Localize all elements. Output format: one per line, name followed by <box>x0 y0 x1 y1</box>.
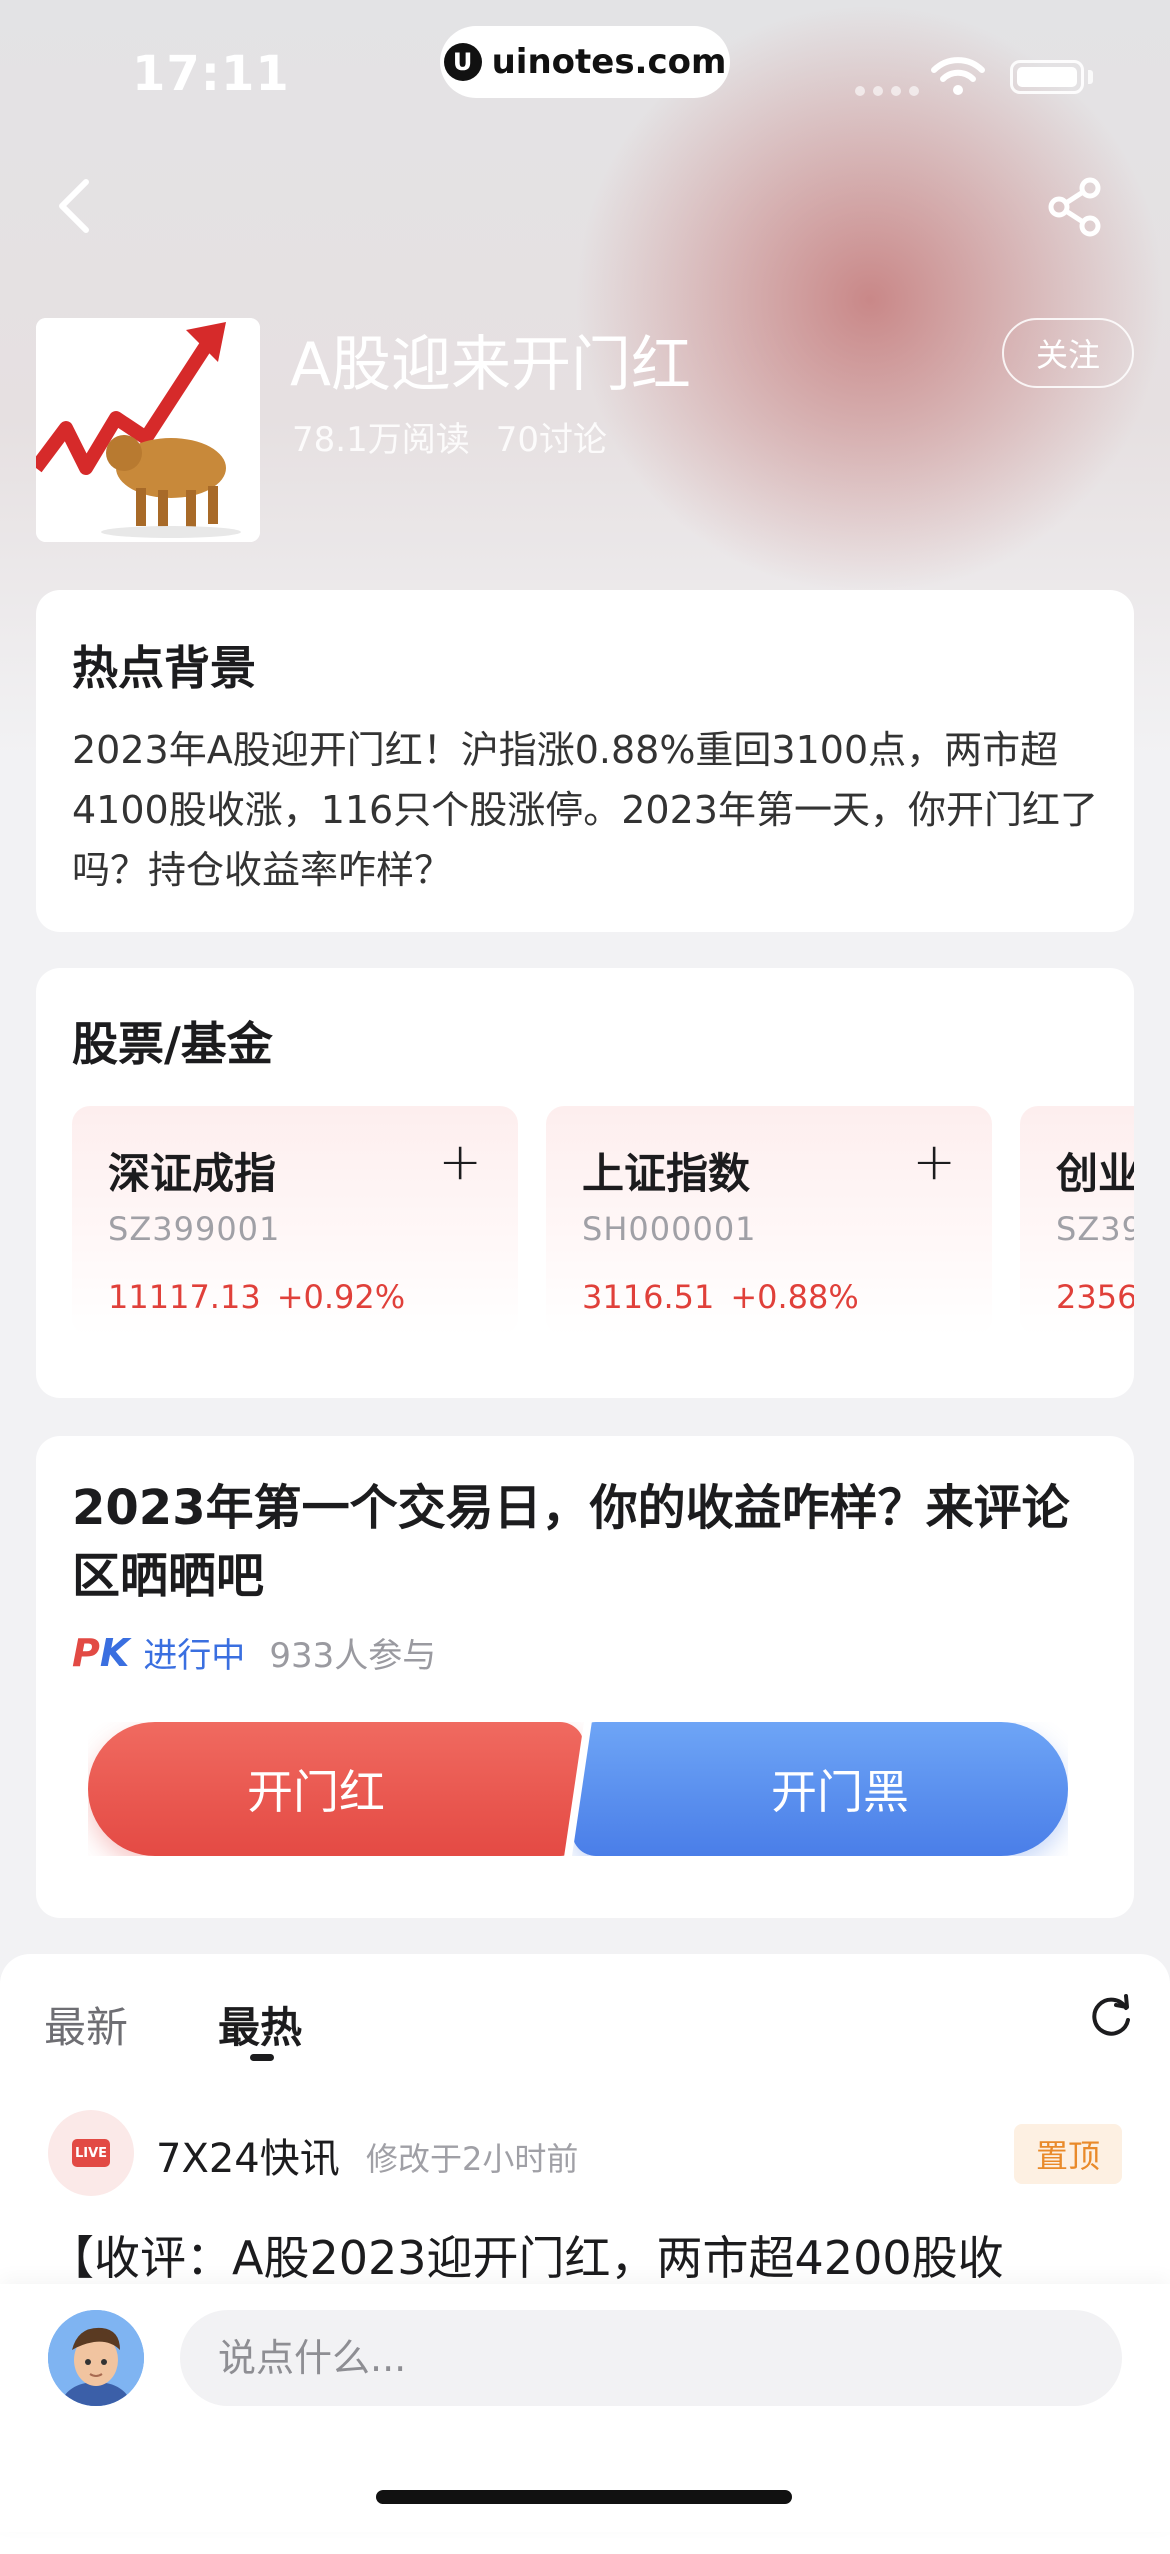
url-pill[interactable]: U uinotes.com <box>440 26 730 98</box>
stock-code: SH000001 <box>582 1210 757 1248</box>
stock-change: +0.88% <box>730 1278 859 1316</box>
battery-icon <box>1010 60 1084 94</box>
stock-name: 上证指数 <box>582 1149 751 1198</box>
stock-item[interactable]: 深证成指 + SZ399001 11117.13 +0.92% <box>72 1106 518 1336</box>
stock-quote: 11117.13 +0.92% <box>108 1278 405 1316</box>
stock-name: 创业板指 <box>1056 1149 1134 1198</box>
post-text[interactable]: 【收评：A股2023迎开门红，两市超4200股收 <box>48 2222 1004 2288</box>
stock-name: 深证成指 <box>108 1149 277 1198</box>
comment-input[interactable] <box>180 2310 1122 2406</box>
topic-thumbnail <box>36 318 260 542</box>
site-logo-icon: U <box>443 43 482 81</box>
pk-status: PK 进行中 933人参与 <box>72 1628 436 1677</box>
compose-bar <box>0 2284 1170 2532</box>
card-title: 股票/基金 <box>72 1017 273 1071</box>
back-arrow-icon[interactable] <box>46 176 106 236</box>
stocks-card: 股票/基金 深证成指 + SZ399001 11117.13 +0.92% 上证… <box>36 968 1134 1398</box>
bull-arrow-image <box>36 318 260 542</box>
hot-background-card: 热点背景 2023年A股迎开门红！沪指涨0.88%重回3100点，两市超4100… <box>36 590 1134 932</box>
topic-title: A股迎来开门红 <box>290 330 692 400</box>
pk-participants: 933人参与 <box>269 1636 437 1676</box>
stock-price: 2356 <box>1056 1278 1134 1316</box>
pk-logo-icon: PK <box>72 1630 130 1675</box>
pinned-badge: 置顶 <box>1014 2124 1122 2184</box>
url-text: uinotes.com <box>491 42 727 82</box>
pk-live-status: 进行中 <box>143 1636 246 1676</box>
share-icon[interactable] <box>1046 176 1104 238</box>
add-stock-icon[interactable]: + <box>912 1132 956 1192</box>
topic-stats: 78.1万阅读 70讨论 <box>292 412 607 461</box>
post-author[interactable]: 7X24快讯 <box>156 2126 340 2184</box>
live-icon: LIVE <box>72 2139 110 2167</box>
follow-button[interactable]: 关注 <box>1002 318 1134 388</box>
background-text: 2023年A股迎开门红！沪指涨0.88%重回3100点，两市超4100股收涨，1… <box>72 728 1098 892</box>
stock-change: +0.92% <box>276 1278 406 1316</box>
read-count: 78.1万阅读 <box>292 420 470 460</box>
stock-price: 11117.13 <box>108 1278 261 1316</box>
add-stock-icon[interactable]: + <box>438 1132 482 1192</box>
stock-price: 3116.51 <box>582 1278 715 1316</box>
tab-active-indicator <box>250 2054 274 2061</box>
wifi-icon <box>931 57 985 95</box>
discussion-count: 70讨论 <box>495 420 607 460</box>
stock-quote: 2356 <box>1056 1278 1134 1316</box>
user-avatar[interactable] <box>48 2310 144 2406</box>
tab-latest[interactable]: 最新 <box>44 1994 128 2055</box>
pk-vote-card: 2023年第一个交易日，你的收益咋样？来评论区晒晒吧 PK 进行中 933人参与… <box>36 1436 1134 1918</box>
stock-quote: 3116.51 +0.88% <box>582 1278 859 1316</box>
signal-dots-icon <box>855 86 919 96</box>
vote-red-button[interactable]: 开门红 <box>88 1722 584 1856</box>
card-title: 热点背景 <box>72 641 256 695</box>
stock-code: SZ399006 <box>1056 1210 1134 1248</box>
post-avatar[interactable]: LIVE <box>48 2110 134 2196</box>
refresh-icon[interactable] <box>1086 1992 1136 2042</box>
pk-question: 2023年第一个交易日，你的收益咋样？来评论区晒晒吧 <box>72 1480 1070 1604</box>
stock-item[interactable]: 创业板指 + SZ399006 2356 <box>1020 1106 1134 1336</box>
status-time: 17:11 <box>132 46 290 102</box>
user-avatar-image <box>48 2310 144 2406</box>
status-bar: 17:11 U uinotes.com <box>0 0 1170 150</box>
home-indicator <box>376 2490 792 2504</box>
tab-hot[interactable]: 最热 <box>218 1994 302 2055</box>
stock-item[interactable]: 上证指数 + SH000001 3116.51 +0.88% <box>546 1106 992 1336</box>
vote-black-button[interactable]: 开门黑 <box>572 1722 1068 1856</box>
stock-code: SZ399001 <box>108 1210 281 1248</box>
battery-cap <box>1088 70 1093 84</box>
stock-list[interactable]: 深证成指 + SZ399001 11117.13 +0.92% 上证指数 + S… <box>72 1106 1134 1336</box>
post-time: 修改于2小时前 <box>366 2140 579 2178</box>
